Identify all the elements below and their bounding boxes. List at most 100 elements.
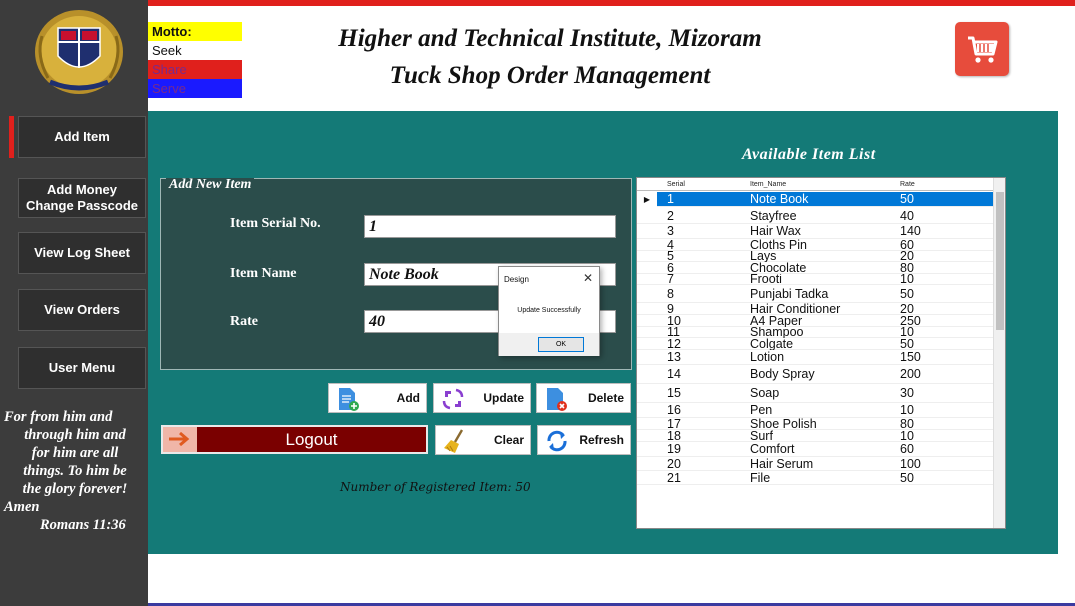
sidebar-item-view-orders[interactable]: View Orders [18, 289, 146, 331]
cell-item-name: Cloths Pin [750, 239, 807, 251]
cell-item-name: Pen [750, 403, 773, 417]
table-row[interactable]: 3 Hair Wax 140 [637, 224, 993, 239]
quote-line: things. To him be [23, 463, 127, 479]
refresh-button[interactable]: Refresh [537, 425, 631, 455]
quote-reference: Romans 11:36 [40, 517, 126, 533]
table-row[interactable]: 5 Lays 20 [637, 251, 993, 262]
cell-rate: 10 [900, 274, 914, 285]
table-row[interactable]: 10 A4 Paper 250 [637, 315, 993, 327]
cell-item-name: Surf [750, 430, 773, 442]
cell-item-name: Hair Serum [750, 457, 814, 471]
cell-item-name: Chocolate [750, 262, 807, 274]
cell-serial: 7 [667, 274, 674, 285]
cell-rate: 50 [900, 471, 914, 485]
table-row[interactable]: 8 Punjabi Tadka 50 [637, 285, 993, 303]
cell-serial: 18 [667, 430, 681, 442]
table-row[interactable]: 15 Soap 30 [637, 384, 993, 403]
cell-serial: 14 [667, 367, 681, 381]
table-row[interactable]: 18 Surf 10 [637, 430, 993, 442]
item-serial-label: Item Serial No. [230, 216, 321, 231]
cell-serial: 19 [667, 442, 681, 456]
table-row[interactable]: ▶ 1 Note Book 50 [637, 192, 993, 207]
rate-label: Rate [230, 314, 258, 329]
table-row[interactable]: 17 Shoe Polish 80 [637, 418, 993, 430]
column-header-item-name[interactable]: Item_Name [750, 178, 786, 191]
cell-serial: 16 [667, 403, 681, 417]
cell-rate: 10 [900, 403, 914, 417]
close-icon[interactable]: ✕ [583, 271, 593, 285]
motto-heading: Motto: [148, 22, 242, 41]
shopping-cart-icon[interactable] [955, 22, 1009, 76]
refresh-button-label: Refresh [579, 433, 624, 447]
group-title: Add New Item [166, 178, 255, 192]
table-row[interactable]: 7 Frooti 10 [637, 274, 993, 285]
broom-icon [444, 429, 464, 453]
table-row[interactable]: 12 Colgate 50 [637, 338, 993, 350]
cell-item-name: Hair Conditioner [750, 303, 841, 315]
cell-item-name: Lays [750, 251, 777, 262]
cell-serial: 5 [667, 251, 674, 262]
cell-serial: 10 [667, 315, 681, 327]
cell-rate: 150 [900, 350, 921, 364]
cell-rate: 20 [900, 251, 914, 262]
cell-item-name: Shoe Polish [750, 418, 817, 430]
scrollbar-thumb[interactable] [996, 192, 1004, 330]
cell-serial: 6 [667, 262, 674, 274]
cell-serial: 4 [667, 239, 674, 251]
cell-item-name: Lotion [750, 350, 785, 364]
item-list-grid[interactable]: Serial Item_Name Rate ▶ 1 Note Book 50 2 Stay… [636, 177, 1006, 529]
table-row[interactable]: 20 Hair Serum 100 [637, 457, 993, 471]
cell-item-name: Soap [750, 386, 780, 400]
table-row[interactable]: 13 Lotion 150 [637, 350, 993, 365]
table-row[interactable]: 14 Body Spray 200 [637, 365, 993, 384]
cell-serial: 12 [667, 338, 681, 350]
sidebar-item-view-log-sheet[interactable]: View Log Sheet [18, 232, 146, 274]
sidebar-item-add-money[interactable]: Add Money Change Passcode [18, 178, 146, 218]
scripture-quote: For from him and through him and for him… [4, 408, 146, 534]
cell-item-name: Frooti [750, 274, 782, 285]
table-row[interactable]: 9 Hair Conditioner 20 [637, 303, 993, 315]
cell-serial: 20 [667, 457, 681, 471]
sidebar: Add Item Add Money Change Passcode View … [0, 0, 148, 606]
quote-line: through him and [24, 427, 126, 443]
cell-serial: 15 [667, 386, 681, 400]
logout-button[interactable]: Logout [161, 425, 428, 454]
item-serial-input[interactable]: 1 [364, 215, 616, 238]
table-row[interactable]: 19 Comfort 60 [637, 442, 993, 457]
table-row[interactable]: 11 Shampoo 10 [637, 327, 993, 338]
cell-serial: 8 [667, 287, 674, 301]
top-accent-bar [148, 0, 1075, 6]
cell-serial: 1 [667, 192, 674, 206]
cell-item-name: Note Book [750, 192, 809, 206]
dialog-title: Design [504, 275, 529, 284]
update-button[interactable]: Update [433, 383, 531, 413]
ok-button[interactable]: OK [538, 337, 584, 352]
clear-button[interactable]: Clear [435, 425, 531, 455]
add-button[interactable]: Add [328, 383, 427, 413]
cell-item-name: Hair Wax [750, 224, 801, 238]
table-row[interactable]: 21 File 50 [637, 471, 993, 485]
row-selector[interactable]: ▶ [637, 192, 657, 207]
table-row[interactable]: 4 Cloths Pin 60 [637, 239, 993, 251]
item-list-title: Available Item List [742, 146, 876, 163]
delete-button[interactable]: Delete [536, 383, 631, 413]
table-row[interactable]: 16 Pen 10 [637, 403, 993, 418]
cell-rate: 50 [900, 287, 914, 301]
cell-rate: 80 [900, 262, 914, 274]
column-header-rate[interactable]: Rate [900, 178, 915, 191]
quote-line: Amen [4, 499, 40, 515]
cell-rate: 250 [900, 315, 921, 327]
table-row[interactable]: 6 Chocolate 80 [637, 262, 993, 274]
sidebar-item-add-item[interactable]: Add Item [18, 116, 146, 158]
cell-rate: 60 [900, 442, 914, 456]
header-titles: Higher and Technical Institute, Mizoram … [250, 20, 850, 94]
sidebar-item-user-menu[interactable]: User Menu [18, 347, 146, 389]
motto-share: Share [148, 60, 242, 79]
column-header-serial[interactable]: Serial [667, 178, 685, 191]
refresh-icon [547, 430, 567, 452]
cell-serial: 3 [667, 224, 674, 238]
cell-rate: 100 [900, 457, 921, 471]
cell-rate: 80 [900, 418, 914, 430]
table-row[interactable]: 2 Stayfree 40 [637, 208, 993, 224]
cell-serial: 17 [667, 418, 681, 430]
